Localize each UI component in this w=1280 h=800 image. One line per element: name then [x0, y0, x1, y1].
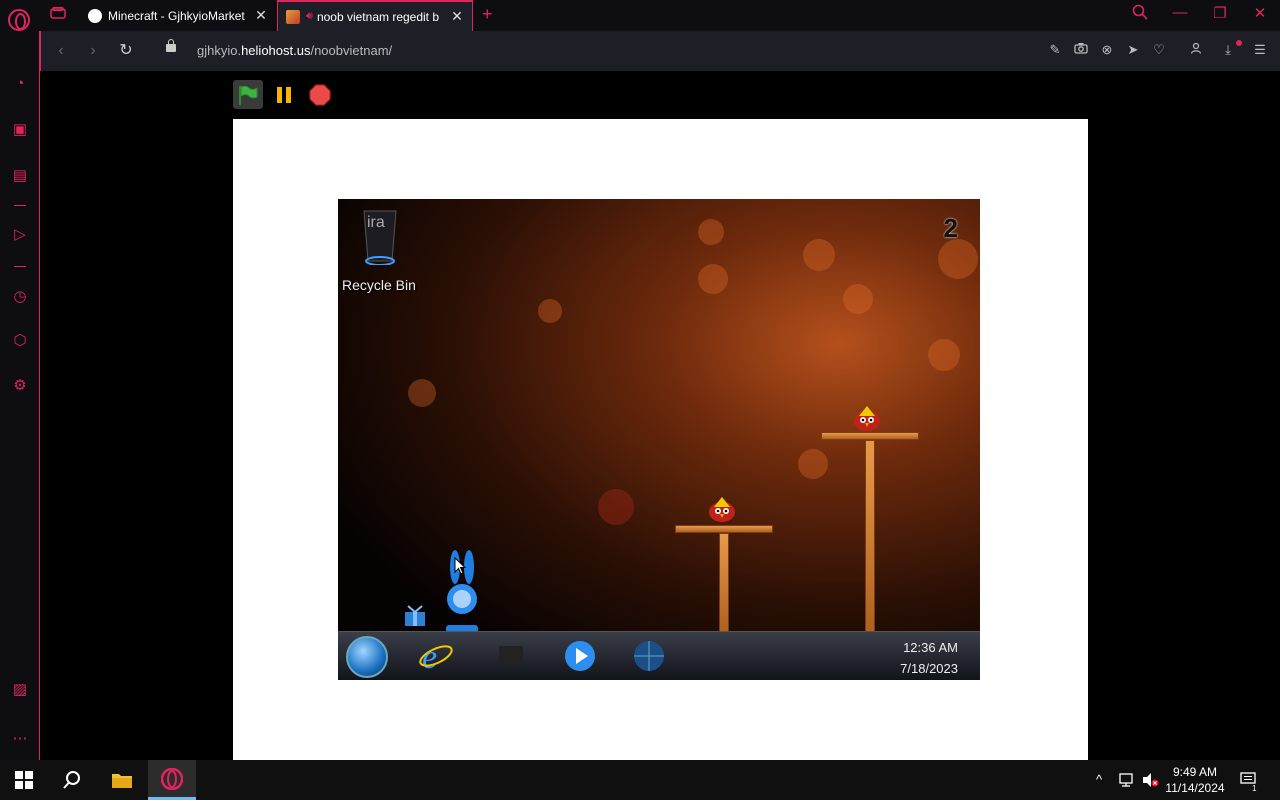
yellow-bird-enemy-icon	[854, 406, 880, 431]
search-tabs-icon[interactable]	[1128, 4, 1152, 24]
sidebar-divider	[14, 266, 26, 267]
back-icon[interactable]: ‹	[51, 41, 71, 61]
windows-logo-icon	[15, 771, 33, 789]
tab-title: noob vietnam regedit b	[316, 9, 440, 24]
download-icon[interactable]: ⤓	[1219, 42, 1237, 58]
file-explorer-button[interactable]	[98, 760, 146, 800]
close-tab-icon[interactable]: ✕	[448, 8, 466, 25]
workspace-tab-icon[interactable]	[50, 6, 68, 21]
pause-icon	[277, 86, 291, 103]
minimize-icon[interactable]: —	[1168, 4, 1192, 21]
start-button[interactable]	[0, 760, 48, 800]
bokeh-light	[538, 299, 562, 323]
system-clock[interactable]: 9:49 AM 11/14/2024	[1160, 764, 1230, 796]
history-icon[interactable]: ◷	[10, 287, 30, 307]
globe-icon	[88, 8, 102, 23]
bokeh-light	[803, 239, 835, 271]
network-icon[interactable]	[1118, 772, 1136, 791]
tab-title: Minecraft - GjhkyioMarket	[108, 8, 245, 23]
wallet-icon[interactable]: ▤	[10, 166, 30, 186]
windows-taskbar: ^ 9:49 AM 11/14/2024 1	[0, 760, 1280, 800]
network-globe-icon[interactable]	[631, 638, 667, 674]
stop-icon	[309, 84, 331, 105]
bokeh-light	[798, 449, 828, 479]
tab-noob-vietnam[interactable]: 🔊︎ noob vietnam regedit b ✕	[277, 0, 473, 31]
bokeh-light	[698, 219, 724, 245]
recycle-bin-label: Recycle Bin	[342, 277, 416, 293]
snapshot-icon[interactable]	[1072, 42, 1090, 57]
clock-time: 9:49 AM	[1172, 765, 1218, 779]
settings-icon[interactable]: ⚙	[10, 376, 30, 396]
more-icon[interactable]: ⋯	[10, 729, 30, 749]
gift-box-icon	[405, 605, 425, 626]
reload-icon[interactable]: ↻	[116, 41, 136, 61]
clock-date: 11/14/2024	[1165, 781, 1225, 795]
internet-explorer-icon[interactable]: e	[418, 638, 454, 674]
volume-muted-icon[interactable]	[1141, 772, 1159, 791]
game-taskbar: e 12:36 AM 7/18/2023	[338, 631, 980, 680]
explorer-folder-icon[interactable]	[493, 638, 529, 674]
bokeh-light	[843, 284, 873, 314]
opera-taskbar-button[interactable]	[148, 760, 196, 800]
game-canvas[interactable]: 2 ira Recycle Bin e 12:36 AM 7/18/2023	[338, 199, 980, 680]
media-player-icon[interactable]	[562, 638, 598, 674]
bokeh-light	[408, 379, 436, 407]
sidebar: ◔ ▣ ▤ ▷ ◷ ⬡ ⚙ ▨ ⋯	[0, 31, 40, 760]
score-display: 2	[943, 213, 958, 243]
opera-icon	[161, 767, 183, 790]
heart-icon[interactable]: ♡	[1150, 42, 1168, 58]
game-favicon-icon	[286, 9, 300, 24]
edit-icon[interactable]: ✎	[1046, 42, 1064, 58]
send-icon[interactable]: ➤	[1124, 42, 1142, 58]
bokeh-light	[598, 489, 634, 525]
folder-icon	[112, 774, 132, 788]
show-hidden-icons-icon[interactable]: ^	[1096, 772, 1102, 787]
wood-post	[719, 533, 729, 632]
restore-icon[interactable]: ❐	[1208, 4, 1232, 22]
address-bar: ‹ › ↻ gjhkyio.heliohost.us/noobvietnam/ …	[40, 31, 1280, 71]
download-badge	[1236, 40, 1242, 46]
url-field[interactable]: gjhkyio.heliohost.us/noobvietnam/	[197, 43, 392, 58]
player-icon[interactable]: ▷	[10, 225, 30, 245]
close-tab-icon[interactable]: ✕	[252, 7, 270, 24]
wood-post	[865, 440, 875, 632]
close-window-icon[interactable]: ✕	[1248, 4, 1272, 22]
extensions-icon[interactable]: ⬡	[10, 331, 30, 351]
green-flag-icon	[239, 85, 258, 105]
speaker-icon[interactable]: 🔊︎	[306, 10, 313, 23]
forward-icon[interactable]: ›	[83, 41, 103, 61]
bokeh-light	[698, 264, 728, 294]
wood-plank	[675, 525, 773, 533]
tab-minecraft[interactable]: Minecraft - GjhkyioMarket ✕	[80, 0, 276, 31]
wood-plank	[821, 432, 919, 440]
adblock-icon[interactable]: ⊗	[1098, 42, 1116, 58]
workspace-icon[interactable]: ▣	[10, 120, 30, 140]
tab-bar: Minecraft - GjhkyioMarket ✕ 🔊︎ noob viet…	[0, 0, 1280, 31]
player-controls	[233, 80, 335, 109]
bokeh-light	[928, 339, 960, 371]
windows-start-orb-icon[interactable]	[346, 636, 388, 678]
speed-dial-icon[interactable]: ◔	[10, 74, 30, 94]
search-icon	[63, 771, 80, 789]
pinboard-icon[interactable]: ▨	[10, 680, 30, 700]
game-taskbar-date: 7/18/2023	[900, 661, 958, 676]
game-taskbar-clock: 12:36 AM 7/18/2023	[900, 637, 958, 679]
sidebar-divider	[14, 205, 26, 206]
profile-icon[interactable]	[1187, 42, 1205, 57]
opera-menu-icon[interactable]	[8, 9, 30, 31]
recycle-bin-icon[interactable]: ira	[360, 207, 400, 265]
lock-icon[interactable]	[166, 39, 176, 55]
green-flag-button[interactable]	[233, 80, 263, 109]
pause-button[interactable]	[269, 80, 299, 109]
notification-count: 1	[1252, 784, 1257, 793]
game-taskbar-time: 12:36 AM	[903, 640, 958, 655]
stop-button[interactable]	[305, 80, 335, 109]
bokeh-light	[938, 239, 978, 279]
yellow-bird-enemy-icon	[709, 497, 735, 522]
svg-text:ira: ira	[367, 214, 385, 231]
easy-setup-icon[interactable]: ☰	[1251, 42, 1269, 58]
new-tab-icon[interactable]: +	[482, 4, 493, 25]
search-button[interactable]	[48, 760, 96, 800]
